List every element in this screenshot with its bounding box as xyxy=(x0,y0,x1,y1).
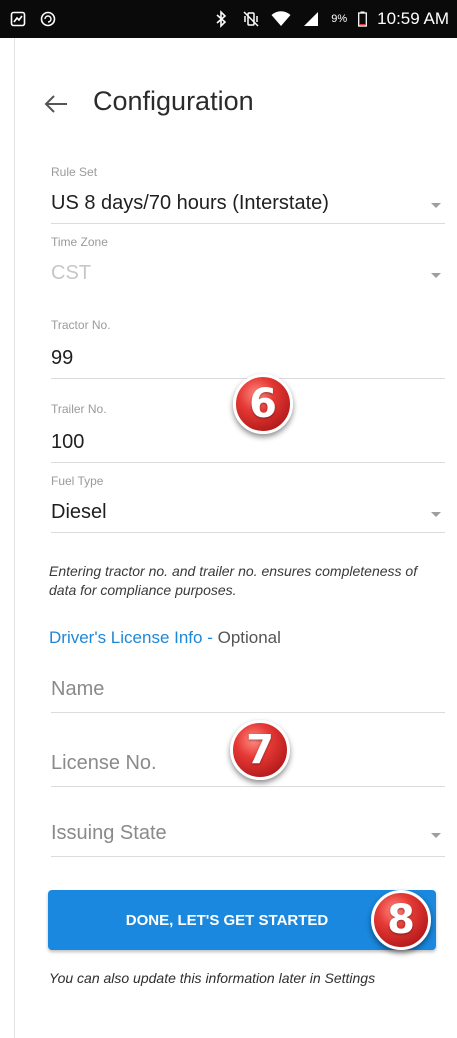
page-title: Configuration xyxy=(93,86,254,116)
fuel-type-label: Fuel Type xyxy=(51,474,104,488)
status-left-icons xyxy=(8,9,58,29)
status-bar: 9% 10:59 AM xyxy=(0,0,457,38)
license-section-header: Driver's License Info - Optional xyxy=(49,628,281,648)
bluetooth-icon xyxy=(211,9,231,29)
name-field[interactable]: Name xyxy=(51,678,445,714)
trailer-no-input[interactable]: 100 xyxy=(51,430,445,454)
chevron-down-icon[interactable] xyxy=(431,512,441,517)
rule-set-label: Rule Set xyxy=(51,165,98,179)
chevron-down-icon[interactable] xyxy=(431,273,441,278)
settings-note: You can also update this information lat… xyxy=(49,970,376,986)
tractor-no-input[interactable]: 99 xyxy=(51,346,445,370)
tractor-no-field[interactable]: Tractor No. 99 xyxy=(51,318,445,380)
field-underline xyxy=(51,856,445,857)
compliance-note: Entering tractor no. and trailer no. ens… xyxy=(49,563,418,598)
battery-percent: 9% xyxy=(331,13,348,25)
wifi-icon xyxy=(271,9,291,29)
license-separator: - xyxy=(202,628,218,647)
chevron-down-icon[interactable] xyxy=(431,203,441,208)
issuing-state-select[interactable]: Issuing State xyxy=(51,822,445,858)
optional-label: Optional xyxy=(217,628,281,647)
field-underline xyxy=(51,532,445,533)
sync-icon xyxy=(38,9,58,29)
vibrate-icon xyxy=(241,9,261,29)
chevron-down-icon[interactable] xyxy=(431,833,441,838)
status-right-icons: 9% 10:59 AM xyxy=(211,9,449,29)
battery-icon xyxy=(357,9,367,29)
rule-set-select[interactable]: Rule Set US 8 days/70 hours (Interstate) xyxy=(51,165,445,225)
rule-set-value[interactable]: US 8 days/70 hours (Interstate) xyxy=(51,191,445,215)
name-input[interactable]: Name xyxy=(51,678,445,701)
done-button-label: DONE, LET'S GET STARTED xyxy=(125,911,329,929)
step-badge-6: 6 xyxy=(233,374,293,434)
status-time: 10:59 AM xyxy=(377,9,449,28)
back-arrow-icon[interactable] xyxy=(43,92,69,116)
field-underline xyxy=(51,223,445,224)
step-badge-7: 7 xyxy=(230,720,290,780)
time-zone-label: Time Zone xyxy=(51,235,108,249)
notification-icon xyxy=(8,9,28,29)
fuel-type-value[interactable]: Diesel xyxy=(51,500,445,524)
field-underline xyxy=(51,712,445,713)
field-underline xyxy=(51,462,445,463)
app-screen: Configuration Rule Set US 8 days/70 hour… xyxy=(14,38,457,1038)
drivers-license-info-link[interactable]: Driver's License Info xyxy=(49,628,202,647)
tractor-no-label: Tractor No. xyxy=(51,318,111,332)
time-zone-value[interactable]: CST xyxy=(51,261,445,285)
time-zone-select[interactable]: Time Zone CST xyxy=(51,235,445,295)
issuing-state-value[interactable]: Issuing State xyxy=(51,822,445,845)
signal-icon xyxy=(301,9,321,29)
field-underline xyxy=(51,786,445,787)
fuel-type-select[interactable]: Fuel Type Diesel xyxy=(51,474,445,534)
step-badge-8: 8 xyxy=(371,890,431,950)
